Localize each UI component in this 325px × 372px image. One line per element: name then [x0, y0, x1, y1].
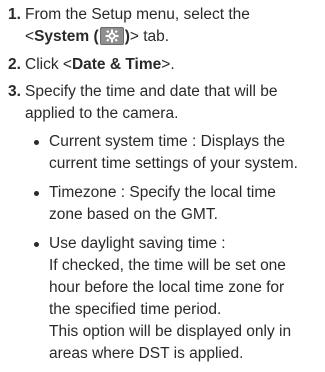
instruction-page: 1. From the Setup menu, select the <Syst…	[0, 0, 325, 365]
tab-reference: <System ()> tab.	[25, 27, 170, 45]
option-list: Current system time : Displays the curre…	[25, 131, 320, 365]
system-tab-label: System (	[34, 28, 99, 45]
bullet-icon	[34, 140, 39, 145]
step-2: 2. Click <Date & Time>.	[8, 54, 320, 76]
list-item-current-system-time: Current system time : Displays the curre…	[25, 131, 320, 175]
list-item-daylight-saving: Use daylight saving time : If checked, t…	[25, 233, 320, 365]
bullet-icon	[34, 191, 39, 196]
step-text: Specify the time and date that will be	[25, 83, 278, 100]
step-number: 3.	[8, 83, 21, 100]
step-3: 3. Specify the time and date that will b…	[8, 81, 320, 372]
date-time-label: Date & Time	[71, 56, 162, 73]
settings-gear-icon	[99, 27, 124, 45]
list-item-timezone: Timezone : Specify the local time zone b…	[25, 182, 320, 226]
step-number: 2.	[8, 56, 21, 73]
step-text: applied to the camera.	[25, 105, 179, 122]
step-number: 1.	[8, 6, 21, 23]
step-text: From the Setup menu, select the	[25, 6, 250, 23]
step-1: 1. From the Setup menu, select the <Syst…	[8, 4, 320, 48]
bullet-icon	[34, 242, 39, 247]
